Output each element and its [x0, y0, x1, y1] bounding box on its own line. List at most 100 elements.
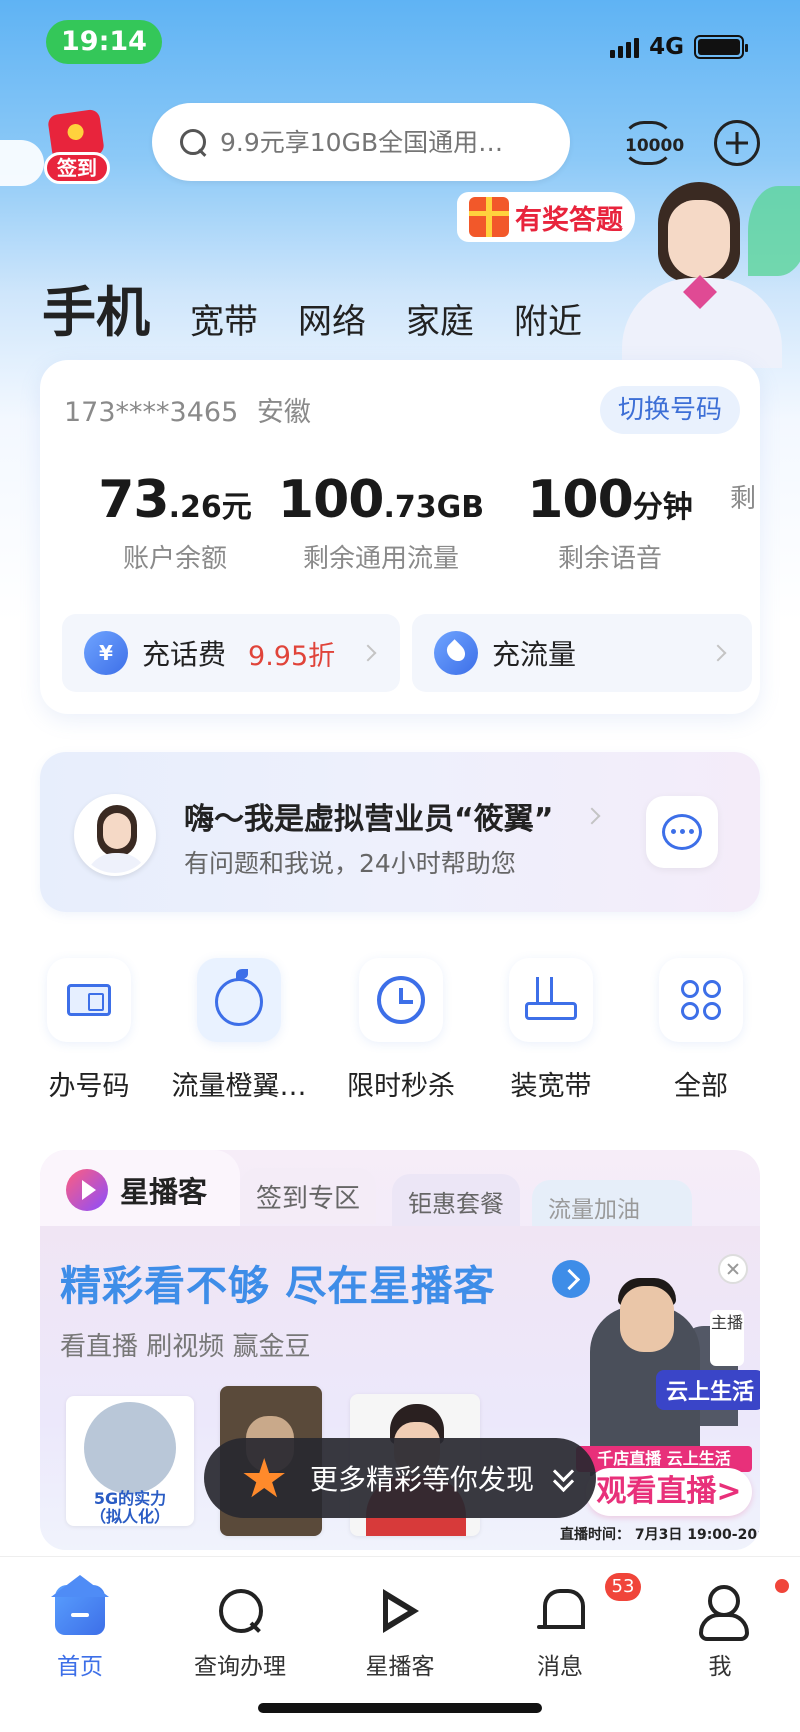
virtual-agent-title: 嗨～我是虚拟营业员“筱翼”	[184, 802, 554, 837]
live-promo[interactable]: 主播 云上生活 千店直播 云上生活 观看直播> 直播时间： 7月3日 19:00…	[560, 1266, 760, 1550]
recharge-phone-label: 充话费	[142, 638, 227, 671]
service-grid: 办号码 流量橙翼… 限时秒杀 装宽带 全部	[40, 958, 760, 1102]
nav-query[interactable]: 查询办理	[180, 1585, 300, 1681]
stat-data-label: 剩余通用流量	[302, 544, 459, 574]
search-bar[interactable]	[152, 103, 570, 181]
stat-data[interactable]: 100.73GB 剩余通用流量	[276, 470, 486, 575]
cloud-life-tag: 云上生活	[656, 1370, 760, 1410]
service-all[interactable]: 全部	[626, 958, 776, 1103]
service-label: 流量橙翼…	[171, 1071, 307, 1102]
quiz-button[interactable]: 有奖答题	[457, 192, 635, 242]
nav-label: 首页	[57, 1654, 103, 1680]
tab-network[interactable]: 网络	[298, 294, 366, 347]
bell-icon: 53	[535, 1573, 641, 1635]
live-tabs: 流量加油 钜惠套餐 签到专区 星播客	[40, 1150, 760, 1236]
status-time: 19:14	[46, 20, 162, 64]
live-time: 直播时间： 7月3日 19:00-20:30	[560, 1527, 760, 1543]
stat-voice-value: 100	[527, 470, 634, 530]
service-label: 全部	[674, 1071, 728, 1102]
nav-messages[interactable]: 53 消息	[500, 1573, 641, 1681]
tab-package-deals[interactable]: 钜惠套餐	[392, 1174, 520, 1230]
top-tabs: 手机 宽带 网络 家庭 附近	[42, 268, 622, 347]
router-icon	[525, 977, 577, 1020]
service-orange-data[interactable]: 流量橙翼…	[164, 958, 314, 1103]
search-icon	[178, 127, 208, 157]
virtual-agent-card[interactable]: 嗨～我是虚拟营业员“筱翼” 有问题和我说，24小时帮助您	[40, 752, 760, 912]
query-icon	[215, 1585, 265, 1635]
notification-dot	[775, 1579, 789, 1593]
xingboke-brand: 星播客	[120, 1175, 208, 1209]
leaf-decoration	[748, 186, 800, 276]
discover-label: 更多精彩等你发现	[310, 1463, 535, 1496]
chat-button[interactable]	[646, 796, 718, 868]
stat-voice-label: 剩余语音	[557, 544, 662, 574]
tab-family[interactable]: 家庭	[406, 294, 474, 347]
nav-xingboke[interactable]: 星播客	[340, 1585, 460, 1681]
recharge-phone-button[interactable]: ¥ 充话费 9.95折	[62, 614, 400, 692]
live-subline: 看直播 刷视频 赢金豆	[60, 1332, 311, 1362]
recharge-data-label: 充流量	[492, 638, 577, 671]
signal-icon	[610, 36, 640, 58]
play-icon	[66, 1169, 108, 1211]
yuan-icon: ¥	[84, 631, 128, 675]
stat-more-label: 剩	[730, 484, 757, 514]
tab-xingboke[interactable]: 星播客	[40, 1150, 240, 1230]
nav-label: 我	[708, 1654, 732, 1680]
tab-mobile[interactable]: 手机	[42, 268, 150, 347]
discover-more-button[interactable]: 更多精彩等你发现	[204, 1438, 596, 1518]
sim-card-icon	[67, 984, 111, 1016]
star-icon	[240, 1447, 290, 1510]
orange-icon	[215, 969, 263, 1026]
nav-label: 消息	[537, 1654, 583, 1680]
nav-label: 查询办理	[194, 1654, 286, 1680]
phone-region: 安徽	[256, 397, 311, 428]
stat-more[interactable]: 剩	[730, 470, 760, 515]
stat-voice-unit: 分钟	[632, 490, 693, 525]
battery-icon	[694, 35, 748, 59]
account-card: 173****3465 安徽 切换号码 73.26元 账户余额 100.73GB…	[40, 360, 760, 714]
close-icon[interactable]	[718, 1254, 748, 1284]
chevron-right-icon	[709, 644, 727, 662]
stat-balance-unit: .26元	[168, 490, 252, 525]
search-input[interactable]	[220, 127, 544, 157]
watch-live-button[interactable]: 观看直播>	[586, 1468, 752, 1516]
phone-line: 173****3465 安徽	[64, 390, 311, 429]
network-type: 4G	[649, 34, 684, 60]
nav-label: 星播客	[365, 1654, 435, 1680]
service-new-number[interactable]: 办号码	[14, 958, 164, 1103]
drop-icon	[434, 631, 478, 675]
service-label: 办号码	[48, 1071, 130, 1102]
checkin-button[interactable]: 签到	[40, 108, 116, 184]
stat-balance[interactable]: 73.26元 账户余额	[90, 470, 260, 575]
cloud-decoration	[0, 140, 44, 186]
chevron-right-icon	[583, 807, 601, 825]
add-icon[interactable]	[714, 120, 760, 166]
tab-broadband[interactable]: 宽带	[190, 294, 258, 347]
message-count-badge: 53	[605, 1573, 641, 1601]
nav-me[interactable]: 我	[660, 1579, 789, 1681]
grid-icon	[681, 980, 721, 1020]
stat-data-value: 100	[277, 470, 385, 530]
nav-home[interactable]: 首页	[20, 1575, 140, 1681]
user-icon	[695, 1579, 789, 1641]
tab-checkin-zone[interactable]: 签到专区	[240, 1168, 377, 1224]
service-label: 装宽带	[510, 1071, 592, 1102]
service-broadband-install[interactable]: 装宽带	[476, 958, 626, 1103]
stat-balance-value: 73	[98, 470, 169, 530]
host-badge: 主播	[710, 1310, 744, 1366]
gift-icon	[469, 197, 509, 237]
phone-number: 173****3465	[64, 397, 239, 428]
hotline-10000-icon[interactable]: 10000	[622, 121, 684, 165]
service-label: 限时秒杀	[347, 1071, 455, 1102]
switch-number-button[interactable]: 切换号码	[599, 386, 740, 434]
chevron-right-icon	[359, 644, 377, 662]
video-thumbnail[interactable]: 5G的实力 （拟人化）	[66, 1396, 194, 1526]
virtual-agent-subtitle: 有问题和我说，24小时帮助您	[184, 849, 516, 878]
home-icon	[51, 1575, 109, 1635]
recharge-data-button[interactable]: 充流量	[412, 614, 752, 692]
stat-voice[interactable]: 100分钟 剩余语音	[510, 470, 710, 575]
checkin-label: 签到	[44, 152, 110, 184]
tab-nearby[interactable]: 附近	[514, 294, 582, 347]
thumbnail-caption: 5G的实力 （拟人化）	[89, 1489, 170, 1526]
service-flash-sale[interactable]: 限时秒杀	[326, 958, 476, 1103]
